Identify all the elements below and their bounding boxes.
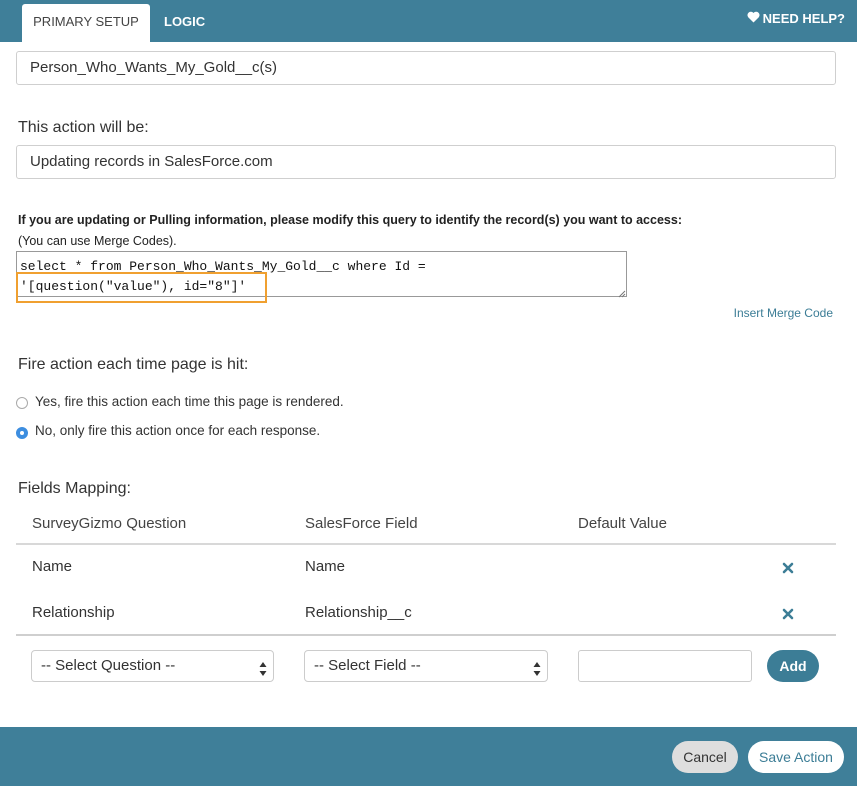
updown-arrows-icon <box>533 658 541 676</box>
row-question: Name <box>32 558 73 575</box>
column-header-question: SurveyGizmo Question <box>32 515 187 532</box>
merge-code-hint: (You can use Merge Codes). <box>18 234 177 248</box>
updown-arrows-icon <box>259 658 267 676</box>
save-action-button[interactable]: Save Action <box>748 741 844 773</box>
select-field-value: -- Select Field -- <box>314 657 421 674</box>
radio-fire-once-label: No, only fire this action once for each … <box>35 423 321 438</box>
table-footer-divider <box>16 634 836 636</box>
fire-action-label: Fire action each time page is hit: <box>18 356 249 373</box>
need-help-link[interactable]: NEED HELP? <box>747 11 845 26</box>
tab-primary-setup[interactable]: PRIMARY SETUP <box>22 4 150 42</box>
table-header-divider <box>16 543 836 545</box>
action-type-field[interactable]: Updating records in SalesForce.com <box>16 145 836 179</box>
column-header-default: Default Value <box>578 515 667 532</box>
merge-code-highlight <box>16 272 267 303</box>
select-question-value: -- Select Question -- <box>41 657 176 674</box>
row-field: Name <box>305 558 346 575</box>
select-question-dropdown[interactable]: -- Select Question -- <box>31 650 274 682</box>
heart-icon <box>747 11 760 26</box>
need-help-label: NEED HELP? <box>762 11 845 26</box>
fields-mapping-label: Fields Mapping: <box>18 480 131 497</box>
row-question: Relationship <box>32 604 115 621</box>
remove-row-icon[interactable] <box>782 561 794 574</box>
cancel-button[interactable]: Cancel <box>672 741 738 773</box>
row-field: Relationship__c <box>305 604 412 621</box>
default-value-input[interactable] <box>578 650 752 682</box>
select-field-dropdown[interactable]: -- Select Field -- <box>304 650 548 682</box>
remove-row-icon[interactable] <box>782 607 794 620</box>
tab-logic[interactable]: LOGIC <box>164 4 205 42</box>
radio-fire-each-time-label: Yes, fire this action each time this pag… <box>35 394 344 409</box>
action-label: This action will be: <box>18 119 149 136</box>
radio-fire-each-time[interactable] <box>16 397 28 409</box>
radio-fire-once[interactable] <box>16 427 28 439</box>
resize-handle-icon[interactable] <box>616 285 626 298</box>
query-instructions: If you are updating or Pulling informati… <box>18 213 682 227</box>
column-header-field: SalesForce Field <box>305 515 418 532</box>
add-mapping-button[interactable]: Add <box>767 650 819 682</box>
object-name-field[interactable]: Person_Who_Wants_My_Gold__c(s) <box>16 51 836 85</box>
insert-merge-code-link[interactable]: Insert Merge Code <box>734 306 833 320</box>
